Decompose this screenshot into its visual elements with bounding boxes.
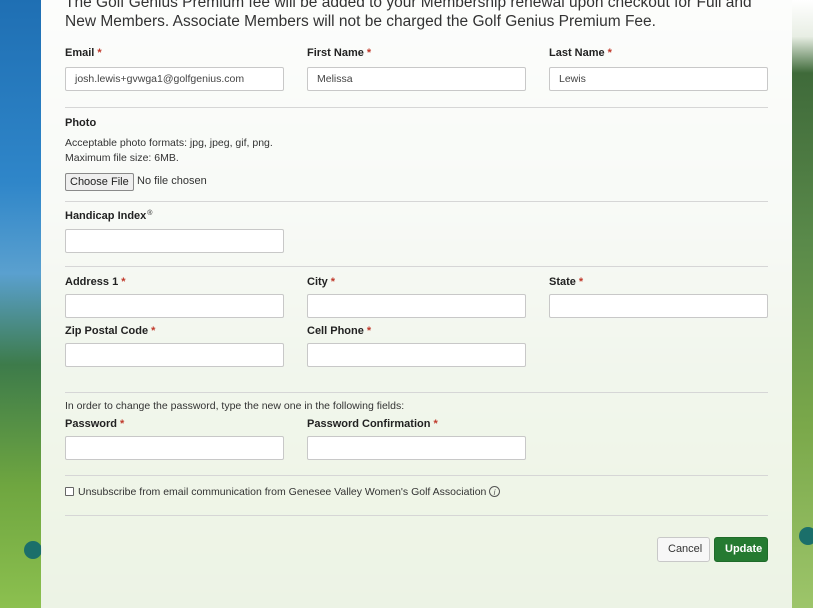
section-divider — [65, 392, 768, 393]
email-label: Email * — [65, 47, 102, 59]
info-icon[interactable]: i — [489, 486, 500, 497]
premium-fee-notice: The Golf Genius Premium fee will be adde… — [65, 0, 752, 30]
cancel-button[interactable]: Cancel — [657, 537, 710, 562]
password-label: Password * — [65, 418, 125, 430]
email-field[interactable]: josh.lewis+gvwga1@golfgenius.com — [65, 67, 284, 91]
first-name-label: First Name * — [307, 47, 372, 59]
last-name-field[interactable]: Lewis — [549, 67, 768, 91]
unsubscribe-checkbox[interactable] — [65, 487, 74, 496]
password-confirmation-label: Password Confirmation * — [307, 418, 438, 430]
state-label: State * — [549, 276, 584, 288]
cell-phone-label: Cell Phone * — [307, 325, 372, 337]
photo-label: Photo — [65, 117, 97, 129]
photo-max-size-text: Maximum file size: 6MB. — [65, 152, 179, 164]
background-scenery-right — [792, 0, 813, 608]
golf-ball-decoration-left — [24, 541, 42, 559]
first-name-field[interactable]: Melissa — [307, 67, 526, 91]
handicap-label: Handicap Index® — [65, 210, 153, 222]
section-divider — [65, 515, 768, 516]
update-button[interactable]: Update — [714, 537, 768, 562]
unsubscribe-label: Unsubscribe from email communication fro… — [78, 486, 487, 498]
handicap-field[interactable] — [65, 229, 284, 253]
photo-formats-text: Acceptable photo formats: jpg, jpeg, gif… — [65, 137, 273, 149]
address1-field[interactable] — [65, 294, 284, 318]
address1-label: Address 1 * — [65, 276, 126, 288]
golf-ball-decoration-right — [799, 527, 813, 545]
last-name-label: Last Name * — [549, 47, 612, 59]
password-confirmation-field[interactable] — [307, 436, 526, 460]
zip-field[interactable] — [65, 343, 284, 367]
cell-phone-field[interactable] — [307, 343, 526, 367]
background-scenery-left — [0, 0, 41, 608]
choose-file-button[interactable]: Choose File — [65, 173, 134, 191]
password-field[interactable] — [65, 436, 284, 460]
password-note: In order to change the password, type th… — [65, 400, 405, 412]
section-divider — [65, 266, 768, 267]
section-divider — [65, 475, 768, 476]
zip-label: Zip Postal Code * — [65, 325, 156, 337]
profile-form-panel: The Golf Genius Premium fee will be adde… — [41, 0, 792, 608]
city-label: City * — [307, 276, 336, 288]
city-field[interactable] — [307, 294, 526, 318]
section-divider — [65, 201, 768, 202]
section-divider — [65, 107, 768, 108]
no-file-chosen-text: No file chosen — [137, 175, 207, 187]
state-field[interactable] — [549, 294, 768, 318]
